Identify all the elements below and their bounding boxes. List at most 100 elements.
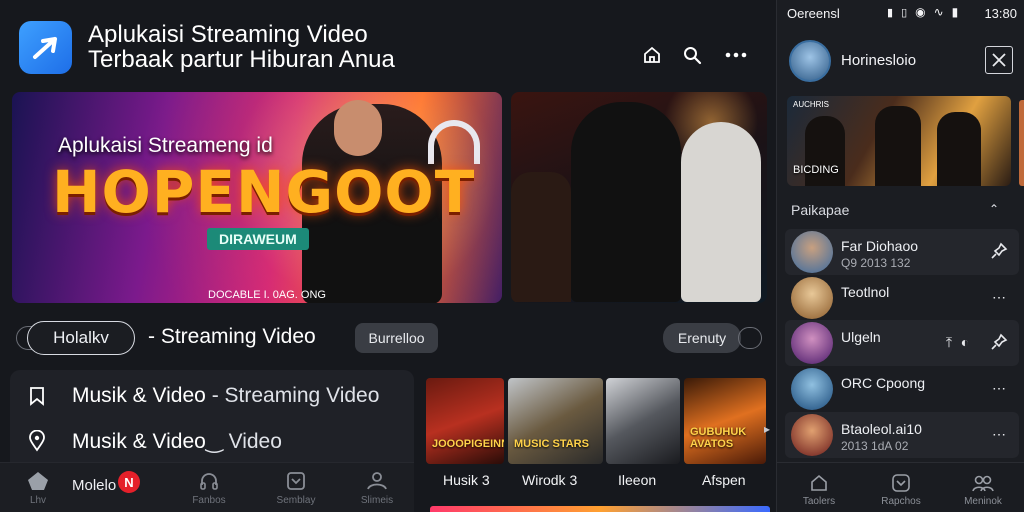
close-icon[interactable] bbox=[985, 46, 1013, 74]
figure-center bbox=[875, 106, 921, 186]
status-icons: ▮ ▯ ◉ ∿ ▮ bbox=[887, 5, 958, 19]
track-title: Ulgeln bbox=[841, 329, 881, 345]
carrier-text: Oereensl bbox=[787, 6, 840, 21]
thumb-title: GUBUHUK AVATOS bbox=[690, 426, 747, 450]
side-nav-item[interactable]: Meninok bbox=[953, 473, 1013, 507]
status-bar: Oereensl ▮ ▯ ◉ ∿ ▮ 13:80 bbox=[777, 0, 1024, 28]
home-icon[interactable] bbox=[641, 44, 663, 66]
sound-icon[interactable]: ◐ bbox=[957, 332, 973, 352]
bookmark-icon bbox=[26, 385, 48, 407]
playlist-item[interactable]: Btaoleol.ai10 2013 1dA 02 ⋯ bbox=[785, 412, 1019, 458]
nav-item-slimeis[interactable]: Slimeis bbox=[347, 471, 407, 512]
location-pin-icon bbox=[26, 430, 48, 452]
shield-icon: ◉ bbox=[915, 5, 926, 19]
nav-item-home[interactable]: Lhv bbox=[8, 471, 68, 512]
thumb-title: MUSIC STARS bbox=[514, 438, 589, 450]
clock: 13:80 bbox=[984, 6, 1017, 21]
nav-label: Semblay bbox=[276, 495, 316, 506]
track-thumb bbox=[791, 414, 833, 456]
woman-figure bbox=[571, 102, 681, 302]
main-area: Aplukaisi Streaming Video Terbaak partur… bbox=[0, 0, 776, 512]
thumb-caption: Wirodk 3 bbox=[522, 472, 578, 488]
hero-headline: HOPENGOOT bbox=[52, 158, 476, 226]
side-nav-label: Meninok bbox=[964, 496, 1002, 507]
more-icon[interactable]: ⋯ bbox=[989, 424, 1009, 444]
home-icon bbox=[811, 474, 827, 491]
category-tab-row: Holalkv - Streaming Video Burrelloo Eren… bbox=[0, 320, 776, 356]
featured-video-card[interactable] bbox=[511, 92, 767, 303]
list-item-label: Musik & Video - Streaming Video bbox=[72, 384, 380, 407]
side-panel: Oereensl ▮ ▯ ◉ ∿ ▮ 13:80 Horinesloio AUC… bbox=[776, 0, 1024, 512]
nav-item-fanbos[interactable]: Fanbos bbox=[179, 471, 239, 512]
list-item-label: Musik & Video‿ Video bbox=[72, 429, 282, 453]
download-icon bbox=[892, 474, 910, 492]
thumb-card[interactable] bbox=[606, 378, 680, 464]
thumb-caption: Ileeon bbox=[618, 472, 657, 488]
figure-right bbox=[937, 112, 981, 186]
track-thumb bbox=[791, 231, 833, 273]
track-thumb bbox=[791, 322, 833, 364]
track-meta: 2013 1dA 02 bbox=[841, 439, 909, 453]
notification-badge: N bbox=[118, 471, 140, 493]
track-title: Btaoleol.ai10 bbox=[841, 421, 922, 437]
side-bottom-nav: Taolers Rapchos Meninok bbox=[777, 462, 1024, 512]
now-playing-video[interactable]: AUCHRIS BICDING bbox=[787, 96, 1011, 186]
playlist-item[interactable]: Ulgeln ⤒ ◐ bbox=[785, 320, 1019, 366]
hero-subtitle: Aplukaisi Streameng id bbox=[58, 134, 273, 157]
next-row-preview bbox=[430, 506, 770, 512]
collapse-icon[interactable]: ⌃ bbox=[989, 202, 999, 216]
profile-name: Horinesloio bbox=[841, 52, 917, 69]
bottom-nav: Lhv Molelo N Fanbos Semblay Slimeis bbox=[0, 462, 414, 512]
playlist-item[interactable]: ORC Cpoong ⋯ bbox=[785, 366, 1019, 412]
search-icon[interactable] bbox=[681, 44, 703, 66]
hero-singer-head bbox=[334, 100, 382, 156]
chip-right[interactable]: Erenuty bbox=[663, 323, 741, 353]
more-icon[interactable]: ⋯ bbox=[989, 378, 1009, 398]
track-thumb bbox=[791, 277, 833, 319]
video-caption: BICDING bbox=[793, 164, 839, 176]
avatar[interactable] bbox=[789, 40, 831, 82]
list-item[interactable]: Musik & Video - Streaming Video bbox=[10, 376, 414, 416]
upload-icon[interactable]: ⤒ bbox=[939, 332, 959, 352]
track-meta: Q9 2013 132 bbox=[841, 256, 911, 270]
background-figures bbox=[511, 172, 571, 302]
section-title: Paikapae bbox=[791, 202, 850, 218]
playlist-item[interactable]: Teotlnol ⋯ bbox=[785, 275, 1019, 321]
thumb-card[interactable]: MUSIC STARS bbox=[508, 378, 603, 464]
nav-item-semblay[interactable]: Semblay bbox=[266, 471, 326, 512]
side-nav-item[interactable]: Taolers bbox=[789, 473, 849, 507]
chip-ghost-right bbox=[738, 327, 762, 349]
hero-banner[interactable]: Aplukaisi Streameng id HOPENGOOT DIRAWEU… bbox=[12, 92, 502, 303]
signal-icon: ▮ bbox=[887, 6, 894, 19]
hero-badge: DIRAWEUM bbox=[207, 228, 309, 250]
hero-footer-text: DOCABLE I. 0AG. ONG bbox=[208, 289, 326, 301]
pin-icon[interactable] bbox=[989, 332, 1009, 352]
thumb-card[interactable]: GUBUHUK AVATOS bbox=[684, 378, 766, 464]
thumb-caption: Husik 3 bbox=[443, 472, 490, 488]
page-title-line2: Terbaak partur Hiburan Anua bbox=[88, 46, 395, 73]
video-top-label: AUCHRIS bbox=[793, 100, 830, 109]
battery-icon: ▮ bbox=[951, 5, 959, 19]
playlist-item[interactable]: Far Diohaoo Q9 2013 132 bbox=[785, 229, 1019, 275]
group-icon bbox=[972, 475, 994, 492]
list-item[interactable]: Musik & Video‿ Video bbox=[10, 421, 414, 461]
more-icon[interactable] bbox=[725, 44, 747, 66]
pin-icon[interactable] bbox=[989, 241, 1009, 261]
side-nav-label: Taolers bbox=[802, 496, 836, 507]
more-icon[interactable]: ⋯ bbox=[989, 287, 1009, 307]
nav-label: Fanbos bbox=[192, 495, 226, 506]
side-nav-item[interactable]: Rapchos bbox=[871, 473, 931, 507]
checkbox-icon bbox=[287, 472, 305, 490]
side-nav-label: Rapchos bbox=[881, 496, 921, 507]
user-icon bbox=[367, 472, 387, 490]
chip-selected[interactable]: Holalkv bbox=[27, 321, 135, 355]
sim-icon: ▯ bbox=[901, 6, 908, 19]
app-logo-icon bbox=[19, 21, 72, 74]
chevron-right-icon[interactable]: ▸ bbox=[764, 422, 770, 436]
nav-label: Slimeis bbox=[360, 495, 394, 506]
thumb-card[interactable]: JOOOPIGEINNE bbox=[426, 378, 504, 464]
page-title: Aplukaisi Streaming Video Terbaak partur… bbox=[88, 22, 508, 72]
man-figure bbox=[681, 122, 761, 302]
wifi-icon: ∿ bbox=[933, 5, 944, 19]
chip-filter[interactable]: Burrelloo bbox=[355, 323, 438, 353]
